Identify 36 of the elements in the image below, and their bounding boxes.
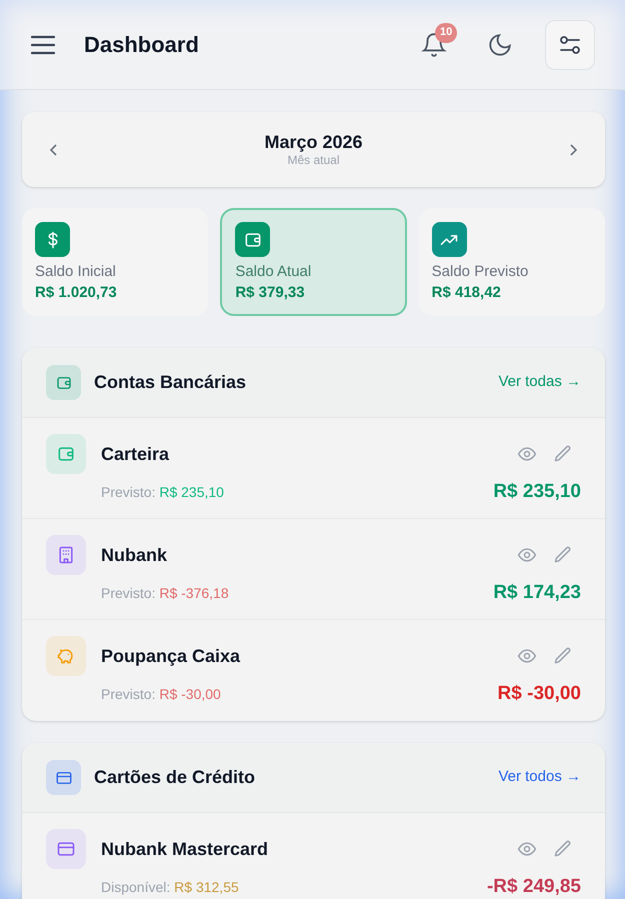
- summary-value: R$ 418,42: [432, 284, 502, 302]
- forecast-text: Previsto: R$ 235,10: [101, 482, 225, 502]
- account-name[interactable]: Poupança Caixa: [101, 642, 517, 670]
- summary-card[interactable]: Saldo Atual R$ 379,33: [220, 208, 407, 316]
- page-title: Dashboard: [84, 31, 199, 59]
- balance-amount: R$ 235,10: [493, 480, 581, 504]
- account-name[interactable]: Nubank: [101, 542, 517, 568]
- forecast-text: Disponível: R$ 312,55: [101, 878, 240, 897]
- summary-card[interactable]: Saldo Previsto R$ 418,42: [418, 208, 605, 316]
- section-title: Contas Bancárias: [94, 371, 248, 394]
- notification-badge: 10: [435, 22, 458, 42]
- forecast-text: Previsto: R$ -30,00: [101, 684, 222, 704]
- summary-label: Saldo Atual: [235, 263, 312, 282]
- section-title: Cartões de Crédito: [94, 766, 256, 789]
- view-all-link[interactable]: Ver todas →: [498, 371, 581, 394]
- menu-icon[interactable]: [30, 34, 56, 56]
- account-name[interactable]: Nubank Mastercard: [101, 836, 517, 862]
- forecast-text: Previsto: R$ -376,18: [101, 584, 230, 603]
- pencil-icon[interactable]: [553, 839, 573, 859]
- view-all-link[interactable]: Ver todos →: [498, 766, 581, 789]
- balance-amount: R$ 174,23: [493, 581, 581, 605]
- pencil-icon[interactable]: [553, 646, 573, 666]
- settings-button[interactable]: [545, 20, 595, 70]
- summary-label: Saldo Previsto: [432, 263, 530, 282]
- account-name[interactable]: Carteira: [101, 440, 517, 468]
- summary-label: Saldo Inicial: [35, 263, 117, 282]
- balance-amount: R$ -30,00: [498, 682, 581, 706]
- month-label: Março 2026: [264, 130, 363, 154]
- pencil-icon[interactable]: [553, 444, 573, 464]
- month-subtitle: Mês atual: [287, 153, 340, 168]
- pencil-icon[interactable]: [553, 545, 573, 565]
- moon-icon[interactable]: [487, 32, 513, 58]
- balance-amount: -R$ 249,85: [486, 875, 581, 899]
- summary-value: R$ 1.020,73: [35, 284, 118, 302]
- summary-card[interactable]: Saldo Inicial R$ 1.020,73: [22, 208, 208, 316]
- summary-value: R$ 379,33: [235, 284, 306, 302]
